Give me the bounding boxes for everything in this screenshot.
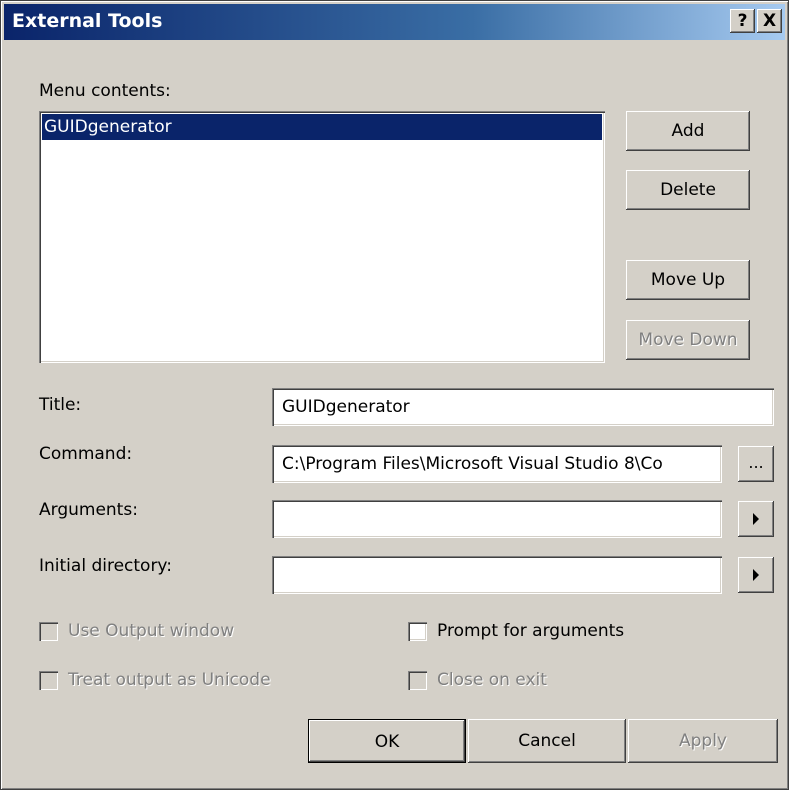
apply-button[interactable]: Apply bbox=[628, 719, 778, 763]
browse-button[interactable]: ... bbox=[738, 446, 774, 482]
title-label: Title: bbox=[39, 395, 82, 415]
initial-directory-menu-button[interactable] bbox=[738, 557, 774, 593]
arguments-menu-button[interactable] bbox=[738, 501, 774, 537]
initial-directory-input[interactable] bbox=[272, 556, 722, 594]
arguments-label: Arguments: bbox=[39, 500, 138, 520]
menu-contents-list[interactable]: GUIDgenerator bbox=[39, 111, 605, 363]
treat-output-unicode-checkbox[interactable]: Treat output as Unicode bbox=[39, 670, 271, 690]
checkbox-box bbox=[39, 621, 58, 641]
help-button[interactable]: ? bbox=[730, 9, 755, 33]
external-tools-dialog: External Tools ? X Menu contents: GUIDge… bbox=[0, 0, 789, 790]
close-on-exit-label: Close on exit bbox=[437, 670, 547, 690]
initial-directory-label: Initial directory: bbox=[39, 556, 172, 576]
ok-button[interactable]: OK bbox=[308, 719, 466, 763]
use-output-window-checkbox[interactable]: Use Output window bbox=[39, 621, 234, 641]
add-button[interactable]: Add bbox=[626, 111, 750, 151]
title-bar[interactable]: External Tools ? X bbox=[4, 4, 785, 40]
checkbox-box bbox=[408, 621, 427, 641]
right-arrow-icon bbox=[753, 568, 759, 581]
arguments-input[interactable] bbox=[272, 500, 722, 538]
cancel-button[interactable]: Cancel bbox=[468, 719, 626, 763]
command-input[interactable]: C:\Program Files\Microsoft Visual Studio… bbox=[272, 445, 722, 483]
window-title: External Tools bbox=[12, 10, 163, 32]
ellipsis-icon: ... bbox=[748, 453, 764, 472]
close-icon: X bbox=[762, 11, 777, 31]
help-icon: ? bbox=[737, 11, 748, 31]
use-output-window-label: Use Output window bbox=[68, 621, 235, 641]
close-on-exit-checkbox[interactable]: Close on exit bbox=[408, 670, 547, 690]
command-label: Command: bbox=[39, 444, 133, 464]
checkbox-box bbox=[408, 670, 427, 690]
move-up-button[interactable]: Move Up bbox=[626, 260, 750, 300]
list-item[interactable]: GUIDgenerator bbox=[42, 114, 602, 140]
title-input[interactable]: GUIDgenerator bbox=[272, 388, 774, 426]
menu-contents-label: Menu contents: bbox=[39, 81, 171, 101]
delete-button[interactable]: Delete bbox=[626, 170, 750, 210]
prompt-for-arguments-label: Prompt for arguments bbox=[437, 621, 625, 641]
checkbox-box bbox=[39, 670, 58, 690]
right-arrow-icon bbox=[753, 512, 759, 525]
prompt-for-arguments-checkbox[interactable]: Prompt for arguments bbox=[408, 621, 624, 641]
treat-output-unicode-label: Treat output as Unicode bbox=[68, 670, 271, 690]
close-button[interactable]: X bbox=[757, 9, 782, 33]
move-down-button[interactable]: Move Down bbox=[626, 320, 750, 360]
